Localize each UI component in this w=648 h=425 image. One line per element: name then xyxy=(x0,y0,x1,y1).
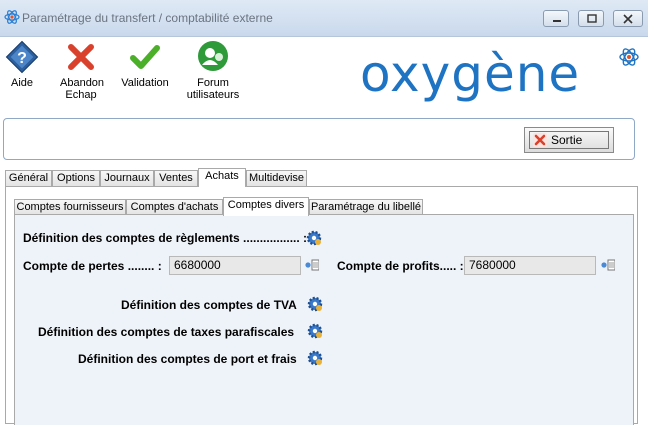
compte-pertes-field[interactable]: 6680000 xyxy=(169,256,301,275)
forum-chat-icon xyxy=(198,41,228,71)
tab-comptes-achats[interactable]: Comptes d'achats xyxy=(126,199,223,215)
tab-comptes-divers[interactable]: Comptes divers xyxy=(223,197,309,216)
tab-achats[interactable]: Achats xyxy=(198,168,246,187)
forum-sub-label: utilisateurs xyxy=(186,89,240,101)
aide-label: Aide xyxy=(10,77,34,89)
compte-profits-field[interactable]: 7680000 xyxy=(464,256,596,275)
minimize-button[interactable] xyxy=(543,10,569,27)
reglements-label: Définition des comptes de règlements ...… xyxy=(23,231,308,245)
close-icon xyxy=(623,14,633,24)
atom-app-icon xyxy=(4,10,20,24)
account-picker-icon[interactable] xyxy=(305,259,319,271)
maximize-icon xyxy=(587,14,597,23)
tab-general[interactable]: Général xyxy=(5,170,52,186)
window-title: Paramétrage du transfert / comptabilité … xyxy=(22,11,273,25)
profits-label: Compte de profits..... : xyxy=(337,259,464,273)
atom-logo-icon xyxy=(619,48,639,66)
sortie-label: Sortie xyxy=(551,133,583,147)
exit-x-icon xyxy=(533,133,547,147)
aide-button[interactable]: ? Aide xyxy=(4,39,40,89)
tab-multidevise[interactable]: Multidevise xyxy=(246,170,307,186)
tab-options[interactable]: Options xyxy=(52,170,100,186)
abandon-shortcut-label: Echap xyxy=(65,89,97,101)
gear-icon[interactable] xyxy=(307,296,323,312)
sub-tab-bar: Comptes fournisseurs Comptes d'achats Co… xyxy=(14,197,614,216)
sortie-button[interactable]: Sortie xyxy=(524,127,614,153)
gear-icon[interactable] xyxy=(306,230,322,246)
svg-text:?: ? xyxy=(17,50,27,67)
cancel-x-icon xyxy=(68,44,94,70)
tab-parametrage-libelle[interactable]: Paramétrage du libellé xyxy=(309,199,423,215)
minimize-icon xyxy=(553,20,561,22)
abandon-button[interactable]: Abandon Echap xyxy=(60,39,105,101)
gear-icon[interactable] xyxy=(307,323,323,339)
help-icon: ? xyxy=(5,40,39,74)
forum-label: Forum xyxy=(197,77,229,89)
tab-journaux[interactable]: Journaux xyxy=(100,170,154,186)
abandon-label: Abandon xyxy=(60,77,105,89)
title-bar: Paramétrage du transfert / comptabilité … xyxy=(0,0,648,37)
account-picker-icon[interactable] xyxy=(601,259,615,271)
checkmark-icon xyxy=(130,45,160,69)
tva-label: Définition des comptes de TVA xyxy=(121,298,297,312)
oxygene-logo: oxygène xyxy=(358,46,648,102)
validation-button[interactable]: Validation xyxy=(120,39,170,89)
taxes-parafiscales-label: Définition des comptes de taxes parafisc… xyxy=(38,325,295,339)
port-frais-label: Définition des comptes de port et frais xyxy=(78,352,297,366)
tab-ventes[interactable]: Ventes xyxy=(154,170,198,186)
forum-button[interactable]: Forum utilisateurs xyxy=(186,39,240,101)
gear-icon[interactable] xyxy=(307,350,323,366)
validation-label: Validation xyxy=(121,77,169,89)
maximize-button[interactable] xyxy=(578,10,604,27)
pertes-label: Compte de pertes ........ : xyxy=(23,259,162,273)
logo-text: oxygène xyxy=(360,45,581,103)
tab-comptes-fournisseurs[interactable]: Comptes fournisseurs xyxy=(14,199,126,215)
action-panel: Sortie xyxy=(3,118,635,160)
comptes-divers-panel: Définition des comptes de règlements ...… xyxy=(14,214,634,425)
close-button[interactable] xyxy=(613,10,643,27)
achats-panel: Comptes fournisseurs Comptes d'achats Co… xyxy=(5,186,638,425)
